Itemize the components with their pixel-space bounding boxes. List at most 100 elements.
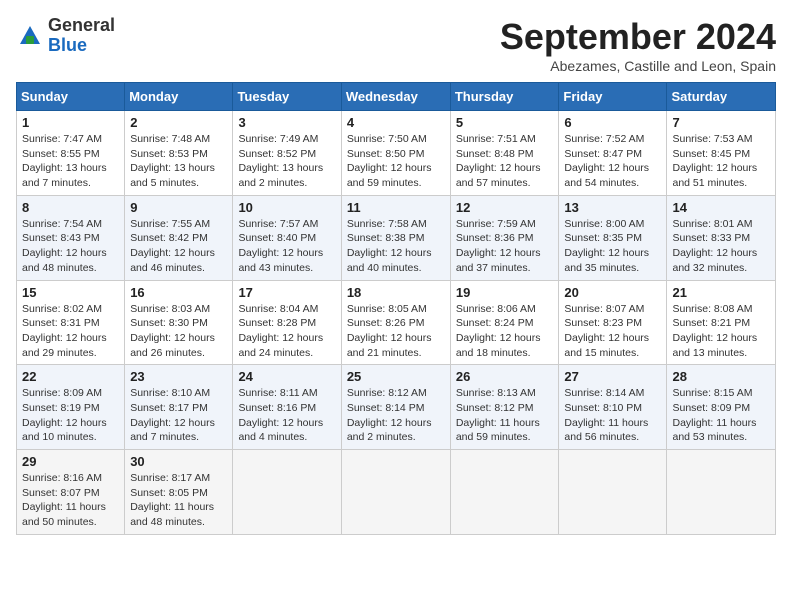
- calendar-week-row: 22 Sunrise: 8:09 AM Sunset: 8:19 PM Dayli…: [17, 365, 776, 450]
- day-number: 14: [672, 200, 770, 215]
- calendar-cell: [559, 450, 667, 535]
- day-number: 19: [456, 285, 554, 300]
- calendar-cell: 6 Sunrise: 7:52 AM Sunset: 8:47 PM Daylig…: [559, 111, 667, 196]
- calendar-cell: 11 Sunrise: 7:58 AM Sunset: 8:38 PM Dayli…: [341, 195, 450, 280]
- day-info: Sunrise: 7:55 AM Sunset: 8:42 PM Dayligh…: [130, 217, 227, 276]
- calendar-week-row: 8Sunrise: 7:54 AM Sunset: 8:43 PM Daylig…: [17, 195, 776, 280]
- day-number: 17: [238, 285, 335, 300]
- calendar-cell: 3 Sunrise: 7:49 AM Sunset: 8:52 PM Daylig…: [233, 111, 341, 196]
- calendar-cell: 2 Sunrise: 7:48 AM Sunset: 8:53 PM Daylig…: [125, 111, 233, 196]
- day-number: 21: [672, 285, 770, 300]
- calendar-week-row: 15Sunrise: 8:02 AM Sunset: 8:31 PM Dayli…: [17, 280, 776, 365]
- day-number: 13: [564, 200, 661, 215]
- day-info: Sunrise: 8:01 AM Sunset: 8:33 PM Dayligh…: [672, 217, 770, 276]
- calendar-cell: 21 Sunrise: 8:08 AM Sunset: 8:21 PM Dayli…: [667, 280, 776, 365]
- day-number: 24: [238, 369, 335, 384]
- logo-icon: [16, 22, 44, 50]
- day-number: 27: [564, 369, 661, 384]
- day-number: 2: [130, 115, 227, 130]
- day-number: 20: [564, 285, 661, 300]
- day-info: Sunrise: 8:08 AM Sunset: 8:21 PM Dayligh…: [672, 302, 770, 361]
- calendar-cell: 29 Sunrise: 8:16 AM Sunset: 8:07 PM Dayli…: [17, 450, 125, 535]
- day-number: 26: [456, 369, 554, 384]
- day-info: Sunrise: 8:05 AM Sunset: 8:26 PM Dayligh…: [347, 302, 445, 361]
- calendar-cell: [341, 450, 450, 535]
- day-number: 22: [22, 369, 119, 384]
- day-info: Sunrise: 8:15 AM Sunset: 8:09 PM Dayligh…: [672, 386, 770, 445]
- day-number: 8: [22, 200, 119, 215]
- calendar-week-row: 1 Sunrise: 7:47 AM Sunset: 8:55 PM Daylig…: [17, 111, 776, 196]
- day-info: Sunrise: 8:16 AM Sunset: 8:07 PM Dayligh…: [22, 471, 119, 530]
- calendar-week-row: 29 Sunrise: 8:16 AM Sunset: 8:07 PM Dayli…: [17, 450, 776, 535]
- calendar-cell: 25Sunrise: 8:12 AM Sunset: 8:14 PM Dayli…: [341, 365, 450, 450]
- day-number: 18: [347, 285, 445, 300]
- day-number: 12: [456, 200, 554, 215]
- calendar-cell: 7Sunrise: 7:53 AM Sunset: 8:45 PM Daylig…: [667, 111, 776, 196]
- day-number: 15: [22, 285, 119, 300]
- title-block: September 2024 Abezames, Castille and Le…: [500, 16, 776, 74]
- location-subtitle: Abezames, Castille and Leon, Spain: [500, 58, 776, 74]
- day-number: 11: [347, 200, 445, 215]
- day-number: 6: [564, 115, 661, 130]
- day-info: Sunrise: 7:53 AM Sunset: 8:45 PM Dayligh…: [672, 132, 770, 191]
- calendar-cell: 5 Sunrise: 7:51 AM Sunset: 8:48 PM Daylig…: [450, 111, 559, 196]
- calendar-cell: 16 Sunrise: 8:03 AM Sunset: 8:30 PM Dayli…: [125, 280, 233, 365]
- weekday-header-thursday: Thursday: [450, 83, 559, 111]
- logo-general: General: [48, 15, 115, 35]
- day-info: Sunrise: 7:50 AM Sunset: 8:50 PM Dayligh…: [347, 132, 445, 191]
- day-number: 1: [22, 115, 119, 130]
- day-info: Sunrise: 8:09 AM Sunset: 8:19 PM Dayligh…: [22, 386, 119, 445]
- day-info: Sunrise: 7:52 AM Sunset: 8:47 PM Dayligh…: [564, 132, 661, 191]
- day-info: Sunrise: 7:49 AM Sunset: 8:52 PM Dayligh…: [238, 132, 335, 191]
- day-info: Sunrise: 8:00 AM Sunset: 8:35 PM Dayligh…: [564, 217, 661, 276]
- day-number: 30: [130, 454, 227, 469]
- day-number: 16: [130, 285, 227, 300]
- day-info: Sunrise: 8:07 AM Sunset: 8:23 PM Dayligh…: [564, 302, 661, 361]
- calendar-cell: [233, 450, 341, 535]
- calendar-cell: [667, 450, 776, 535]
- weekday-header-row: SundayMondayTuesdayWednesdayThursdayFrid…: [17, 83, 776, 111]
- calendar-cell: 17 Sunrise: 8:04 AM Sunset: 8:28 PM Dayli…: [233, 280, 341, 365]
- day-info: Sunrise: 7:51 AM Sunset: 8:48 PM Dayligh…: [456, 132, 554, 191]
- calendar-cell: 9Sunrise: 7:55 AM Sunset: 8:42 PM Daylig…: [125, 195, 233, 280]
- calendar-cell: 13 Sunrise: 8:00 AM Sunset: 8:35 PM Dayli…: [559, 195, 667, 280]
- calendar-table: SundayMondayTuesdayWednesdayThursdayFrid…: [16, 82, 776, 535]
- logo-text: General Blue: [48, 16, 115, 56]
- day-info: Sunrise: 7:48 AM Sunset: 8:53 PM Dayligh…: [130, 132, 227, 191]
- calendar-cell: 22 Sunrise: 8:09 AM Sunset: 8:19 PM Dayli…: [17, 365, 125, 450]
- month-title: September 2024: [500, 16, 776, 58]
- day-number: 5: [456, 115, 554, 130]
- calendar-cell: 12 Sunrise: 7:59 AM Sunset: 8:36 PM Dayli…: [450, 195, 559, 280]
- calendar-cell: 20 Sunrise: 8:07 AM Sunset: 8:23 PM Dayli…: [559, 280, 667, 365]
- weekday-header-tuesday: Tuesday: [233, 83, 341, 111]
- calendar-cell: 24 Sunrise: 8:11 AM Sunset: 8:16 PM Dayli…: [233, 365, 341, 450]
- calendar-cell: [450, 450, 559, 535]
- day-number: 29: [22, 454, 119, 469]
- day-info: Sunrise: 8:17 AM Sunset: 8:05 PM Dayligh…: [130, 471, 227, 530]
- calendar-cell: 15Sunrise: 8:02 AM Sunset: 8:31 PM Dayli…: [17, 280, 125, 365]
- weekday-header-wednesday: Wednesday: [341, 83, 450, 111]
- day-info: Sunrise: 7:59 AM Sunset: 8:36 PM Dayligh…: [456, 217, 554, 276]
- calendar-cell: 30 Sunrise: 8:17 AM Sunset: 8:05 PM Dayli…: [125, 450, 233, 535]
- day-info: Sunrise: 8:14 AM Sunset: 8:10 PM Dayligh…: [564, 386, 661, 445]
- calendar-cell: 1 Sunrise: 7:47 AM Sunset: 8:55 PM Daylig…: [17, 111, 125, 196]
- calendar-cell: 8Sunrise: 7:54 AM Sunset: 8:43 PM Daylig…: [17, 195, 125, 280]
- calendar-cell: 23Sunrise: 8:10 AM Sunset: 8:17 PM Dayli…: [125, 365, 233, 450]
- weekday-header-monday: Monday: [125, 83, 233, 111]
- logo: General Blue: [16, 16, 115, 56]
- day-info: Sunrise: 7:47 AM Sunset: 8:55 PM Dayligh…: [22, 132, 119, 191]
- calendar-cell: 28 Sunrise: 8:15 AM Sunset: 8:09 PM Dayli…: [667, 365, 776, 450]
- weekday-header-sunday: Sunday: [17, 83, 125, 111]
- day-info: Sunrise: 8:11 AM Sunset: 8:16 PM Dayligh…: [238, 386, 335, 445]
- day-info: Sunrise: 8:04 AM Sunset: 8:28 PM Dayligh…: [238, 302, 335, 361]
- day-info: Sunrise: 8:13 AM Sunset: 8:12 PM Dayligh…: [456, 386, 554, 445]
- day-info: Sunrise: 7:57 AM Sunset: 8:40 PM Dayligh…: [238, 217, 335, 276]
- day-number: 4: [347, 115, 445, 130]
- day-number: 28: [672, 369, 770, 384]
- day-info: Sunrise: 8:10 AM Sunset: 8:17 PM Dayligh…: [130, 386, 227, 445]
- day-info: Sunrise: 8:12 AM Sunset: 8:14 PM Dayligh…: [347, 386, 445, 445]
- day-info: Sunrise: 7:58 AM Sunset: 8:38 PM Dayligh…: [347, 217, 445, 276]
- calendar-cell: 10Sunrise: 7:57 AM Sunset: 8:40 PM Dayli…: [233, 195, 341, 280]
- day-number: 3: [238, 115, 335, 130]
- day-info: Sunrise: 8:03 AM Sunset: 8:30 PM Dayligh…: [130, 302, 227, 361]
